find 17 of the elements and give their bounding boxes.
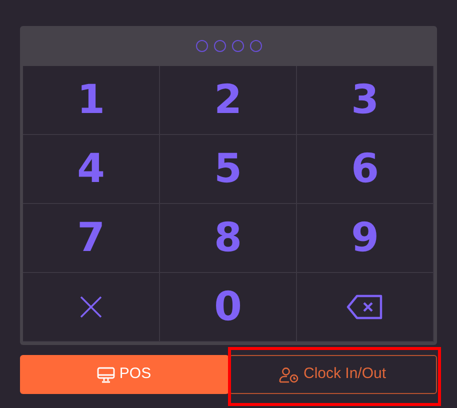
- keypad-key[interactable]: 4: [23, 135, 160, 204]
- keypad-key[interactable]: 1: [23, 66, 160, 135]
- keypad-key[interactable]: 7: [23, 204, 160, 273]
- close-icon: [79, 295, 103, 319]
- keypad-key[interactable]: 6: [297, 135, 434, 204]
- mode-button[interactable]: POS: [20, 355, 228, 394]
- keypad-key[interactable]: 5: [160, 135, 297, 204]
- keypad-key[interactable]: [297, 273, 434, 342]
- keypad-key[interactable]: 9: [297, 204, 434, 273]
- keypad-key[interactable]: 2: [160, 66, 297, 135]
- keypad-key[interactable]: 8: [160, 204, 297, 273]
- backspace-icon: [346, 294, 384, 320]
- person-clock-icon: [279, 366, 300, 382]
- keypad-key[interactable]: 3: [297, 66, 434, 135]
- monitor-icon: [97, 366, 116, 382]
- mode-button[interactable]: Clock In/Out: [228, 355, 437, 394]
- keypad-key[interactable]: 0: [160, 273, 297, 342]
